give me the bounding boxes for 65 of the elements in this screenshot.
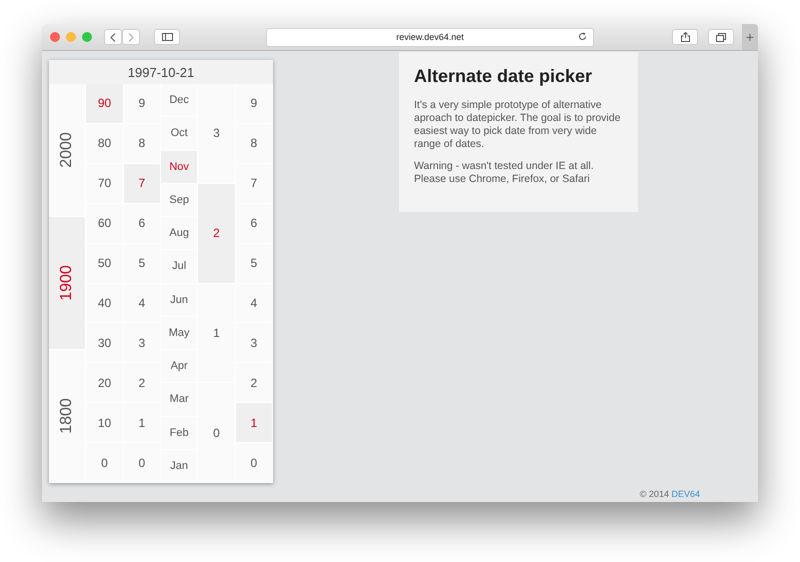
year-cell[interactable]: 7 [124, 164, 160, 203]
day-ones-cell[interactable]: 7 [236, 164, 272, 203]
decade-cell[interactable]: 60 [86, 204, 123, 243]
day-ones-cell[interactable]: 1 [236, 403, 272, 442]
month-cell[interactable]: Mar [160, 383, 198, 416]
decade-cell[interactable]: 0 [86, 443, 123, 482]
month-cell[interactable]: Dec [160, 84, 198, 116]
day-ones-cell[interactable]: 5 [236, 244, 272, 283]
month-cell[interactable]: Aug [160, 217, 198, 250]
decade-cell[interactable]: 20 [86, 363, 123, 402]
back-button[interactable] [104, 29, 122, 45]
selected-date: 1997-10-21 [49, 60, 273, 84]
back-icon [110, 32, 116, 42]
month-cell[interactable]: Jul [160, 250, 198, 282]
month-cell[interactable]: Jan [160, 450, 198, 482]
forward-icon [128, 32, 134, 42]
month-cell[interactable]: Oct [160, 117, 198, 150]
day-ones-cell[interactable]: 8 [236, 124, 272, 163]
month-cell[interactable]: Feb [160, 416, 198, 449]
decade-cell[interactable]: 70 [86, 164, 123, 203]
day-ones-cell[interactable]: 6 [236, 204, 272, 243]
day-tens-cell[interactable]: 0 [198, 383, 235, 482]
century-cell[interactable]: 1900 [49, 217, 86, 349]
year-cell[interactable]: 8 [124, 124, 160, 163]
decade-cell[interactable]: 40 [86, 284, 123, 322]
month-cell[interactable]: Nov [160, 150, 198, 183]
year-cell[interactable]: 4 [124, 284, 160, 322]
year-cell[interactable]: 3 [124, 323, 160, 362]
decade-cell[interactable]: 90 [86, 84, 123, 123]
day-ones-cell[interactable]: 4 [236, 284, 272, 322]
year-cell[interactable]: 6 [124, 204, 160, 243]
month-cell[interactable]: May [160, 316, 198, 349]
day-ones-cell[interactable]: 0 [236, 443, 272, 482]
share-icon [680, 32, 690, 42]
reload-icon[interactable] [578, 32, 587, 40]
info-title: Alternate date picker [414, 66, 594, 87]
info-paragraph: It's a very simple prototype of alternative aproach to datepicker. The goal is to provide easiest way to pick date from very wide range of dates. [414, 99, 622, 152]
day-ones-cell[interactable]: 2 [236, 363, 272, 402]
year-cell[interactable]: 9 [124, 84, 160, 123]
day-tens-cell[interactable]: 1 [198, 284, 235, 382]
day-ones-cell[interactable]: 3 [236, 323, 272, 362]
day-tens-cell[interactable]: 2 [198, 184, 235, 282]
tabs-button[interactable] [708, 29, 734, 45]
tabs-icon [716, 32, 726, 42]
decade-cell[interactable]: 30 [86, 323, 123, 362]
month-cell[interactable]: Jun [160, 284, 198, 316]
address-bar[interactable]: review.dev64.net [266, 28, 594, 46]
decade-cell[interactable]: 80 [86, 124, 123, 163]
sidebar-icon [162, 33, 172, 41]
sidebar-button[interactable] [154, 29, 180, 45]
info-paragraph: Warning - wasn't tested under IE at all. Please use Chrome, Firefox, or Safari [414, 160, 595, 186]
year-cell[interactable]: 5 [124, 244, 160, 283]
month-cell[interactable]: Apr [160, 350, 198, 382]
decade-cell[interactable]: 10 [86, 403, 123, 442]
decade-cell[interactable]: 50 [86, 244, 123, 283]
copyright-text: © 2014 [640, 489, 669, 499]
century-cell[interactable]: 1800 [49, 350, 86, 482]
year-cell[interactable]: 1 [124, 403, 160, 442]
day-tens-cell[interactable]: 3 [198, 84, 235, 183]
year-cell[interactable]: 0 [124, 443, 160, 482]
year-cell[interactable]: 2 [124, 363, 160, 402]
share-button[interactable] [672, 29, 698, 45]
day-ones-cell[interactable]: 9 [236, 84, 272, 123]
month-cell[interactable]: Sep [160, 184, 198, 216]
century-cell[interactable]: 2000 [49, 84, 86, 216]
